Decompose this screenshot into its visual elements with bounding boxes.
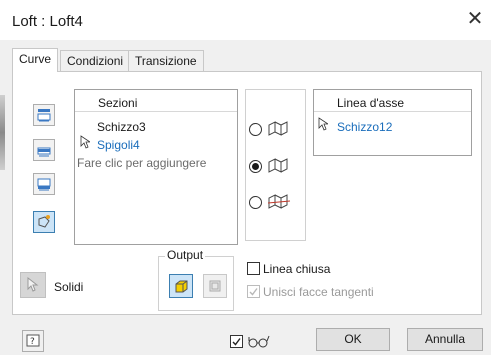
solids-label: Solidi xyxy=(54,280,84,294)
help-button[interactable]: ? xyxy=(22,330,44,352)
add-point-button[interactable] xyxy=(33,211,55,233)
section-item-schizzo3[interactable]: Schizzo3 xyxy=(97,120,146,134)
tab-condizioni[interactable]: Condizioni xyxy=(60,50,131,72)
rails-radio[interactable] xyxy=(249,123,262,136)
cursor-icon xyxy=(318,117,330,134)
tab-transizione[interactable]: Transizione xyxy=(128,50,204,72)
window-edge xyxy=(0,95,5,170)
close-icon[interactable]: ✕ xyxy=(464,8,486,30)
merge-tangent-checkbox[interactable] xyxy=(247,285,260,298)
move-middle-button[interactable] xyxy=(33,139,55,161)
window-title: Loft : Loft4 xyxy=(12,13,83,30)
sections-header: Sezioni xyxy=(98,96,138,110)
add-section-prompt[interactable]: Fare clic per aggiungere xyxy=(77,156,206,170)
reorder-icon xyxy=(37,147,51,157)
section-item-spigoli4[interactable]: Spigoli4 xyxy=(97,138,140,152)
output-surface-button[interactable] xyxy=(203,274,227,298)
move-up-icon xyxy=(37,109,51,122)
point-set-icon xyxy=(38,215,50,228)
area-loft-icon xyxy=(266,193,292,214)
tab-curve[interactable]: Curve xyxy=(12,48,59,72)
solids-select-button[interactable] xyxy=(20,272,46,298)
select-cursor-icon xyxy=(27,277,39,292)
surface-icon xyxy=(209,280,221,292)
solid-icon xyxy=(175,280,188,293)
centerline-item-schizzo12[interactable]: Schizzo12 xyxy=(337,120,392,134)
move-down-button[interactable] xyxy=(33,173,55,195)
output-solid-button[interactable] xyxy=(169,274,193,298)
cancel-button[interactable]: Annulla xyxy=(407,328,483,351)
rails-icon xyxy=(266,120,292,141)
move-down-icon xyxy=(37,178,51,191)
svg-text:?: ? xyxy=(30,337,35,347)
ok-button[interactable]: OK xyxy=(316,328,390,351)
merge-tangent-label: Unisci facce tangenti xyxy=(263,285,374,299)
output-label: Output xyxy=(165,248,206,262)
closed-loop-checkbox[interactable] xyxy=(247,262,260,275)
glasses-icon xyxy=(247,333,271,352)
cursor-icon xyxy=(80,135,92,152)
list-divider xyxy=(75,111,237,112)
centerline-radio[interactable] xyxy=(249,160,262,173)
move-up-button[interactable] xyxy=(33,104,55,126)
help-icon: ? xyxy=(26,334,40,347)
list-divider xyxy=(314,111,471,112)
closed-loop-label: Linea chiusa xyxy=(263,262,331,276)
centerline-header: Linea d'asse xyxy=(337,96,405,110)
centerline-icon xyxy=(266,157,292,178)
preview-checkbox[interactable] xyxy=(230,335,243,348)
area-loft-radio[interactable] xyxy=(249,196,262,209)
